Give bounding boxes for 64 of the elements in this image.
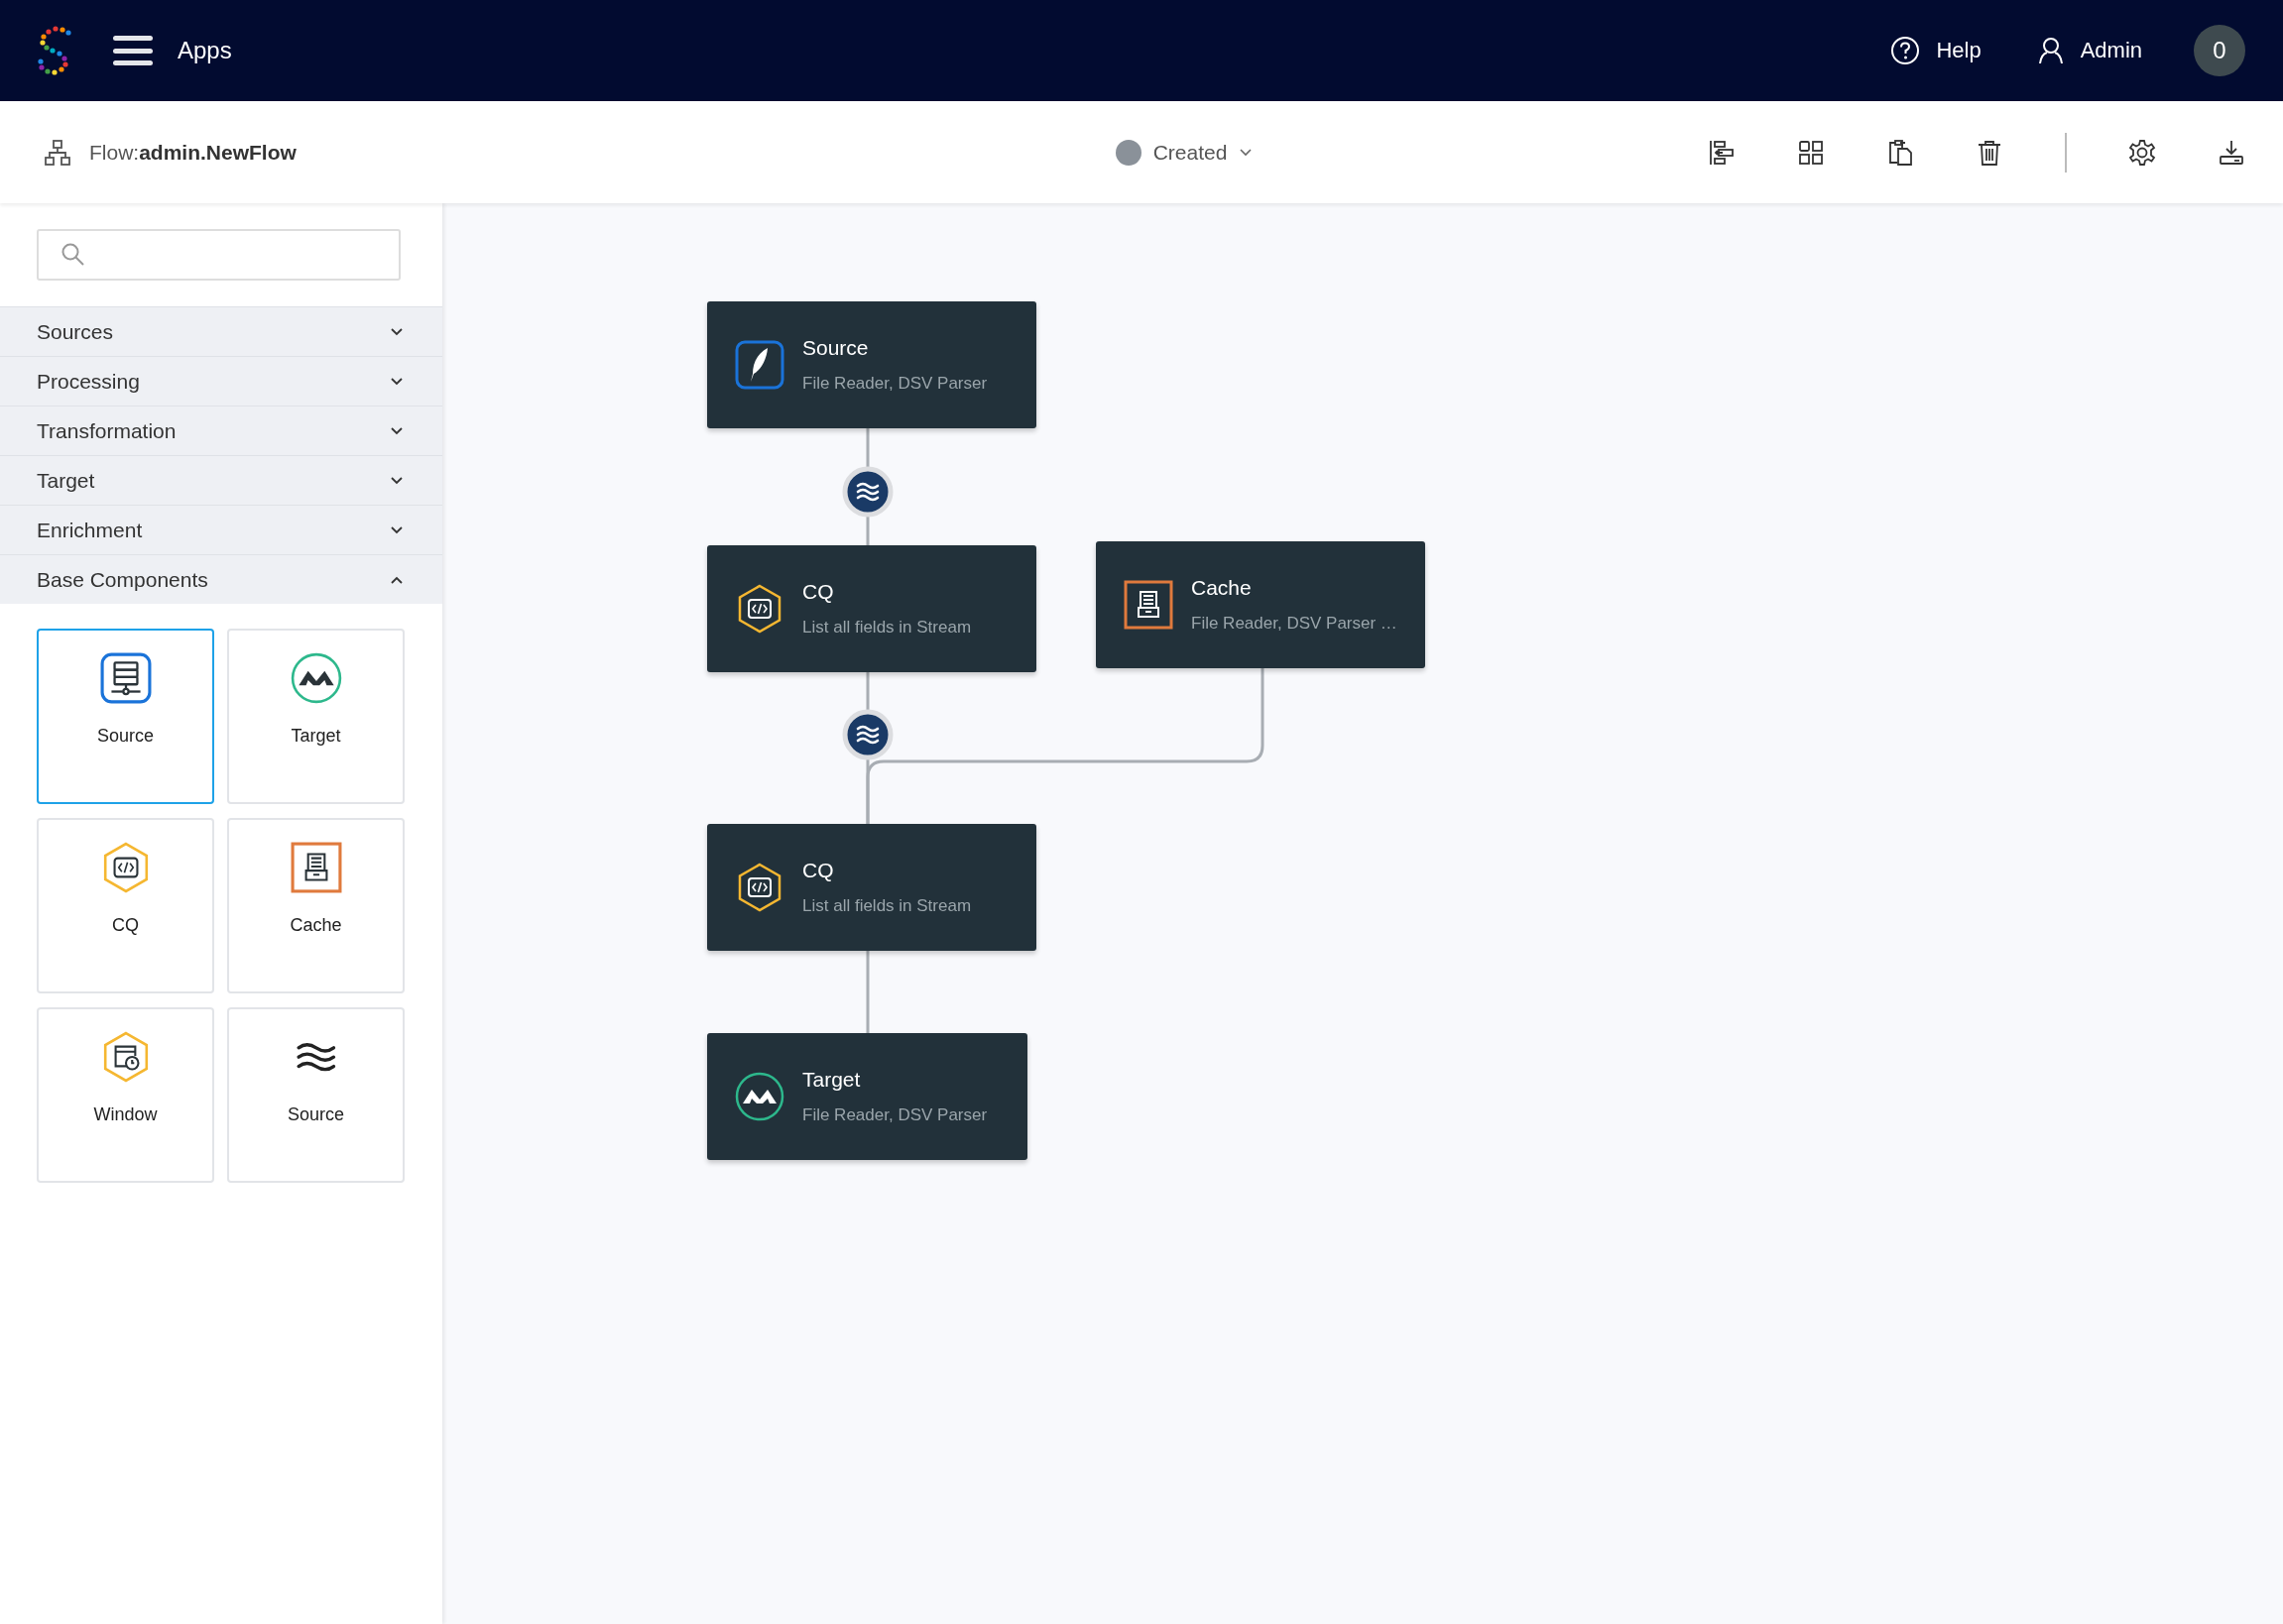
flow-node-card[interactable]: Source File Reader, DSV Parser bbox=[707, 301, 1036, 428]
chevron-down-icon bbox=[391, 327, 403, 336]
paste-icon[interactable] bbox=[1886, 138, 1914, 167]
dotted-s-logo-icon bbox=[36, 25, 73, 76]
node-title: Source bbox=[802, 336, 870, 360]
chevron-down-icon bbox=[391, 426, 403, 435]
node-subtitle: List all fields in Stream bbox=[802, 896, 972, 916]
flow-node-card[interactable]: Cache File Reader, DSV Parser … bbox=[1096, 541, 1425, 668]
chevron-down-icon bbox=[391, 476, 403, 485]
stream-waves-icon[interactable] bbox=[842, 709, 894, 760]
flow-node-card[interactable]: Target File Reader, DSV Parser bbox=[707, 1033, 1027, 1160]
category-header[interactable]: Sources bbox=[0, 306, 442, 356]
settings-icon[interactable] bbox=[2128, 138, 2156, 167]
user-name[interactable]: Admin bbox=[2080, 38, 2142, 63]
stream-waves-icon[interactable] bbox=[842, 466, 894, 518]
help-icon[interactable] bbox=[1890, 36, 1921, 65]
flow-node-card[interactable]: CQ List all fields in Stream bbox=[707, 545, 1036, 672]
status-dropdown[interactable]: Created bbox=[1115, 139, 1254, 166]
notification-count[interactable]: 0 bbox=[2194, 25, 2245, 76]
component-tile[interactable]: Target bbox=[227, 629, 405, 804]
menu-icon[interactable] bbox=[113, 36, 153, 65]
category-header[interactable]: Processing bbox=[0, 356, 442, 406]
flow-title: Flow:admin.NewFlow bbox=[89, 140, 297, 165]
peaks-icon bbox=[735, 1072, 784, 1121]
user-icon[interactable] bbox=[2036, 36, 2065, 65]
feather-icon bbox=[735, 340, 784, 390]
flow-node-card[interactable]: CQ List all fields in Stream bbox=[707, 824, 1036, 951]
node-subtitle: File Reader, DSV Parser bbox=[802, 374, 988, 394]
drawer-icon bbox=[1124, 580, 1173, 630]
component-tile[interactable]: Source bbox=[37, 629, 214, 804]
component-tile[interactable]: Source bbox=[227, 1007, 405, 1183]
category-header[interactable]: Transformation bbox=[0, 406, 442, 455]
apps-label[interactable]: Apps bbox=[178, 37, 232, 64]
chevron-down-icon bbox=[391, 525, 403, 534]
chevron-up-icon bbox=[391, 575, 403, 584]
caret-icon bbox=[1239, 147, 1254, 158]
chevron-down-icon bbox=[391, 377, 403, 386]
search-icon bbox=[60, 242, 86, 268]
component-tile[interactable]: Window bbox=[37, 1007, 214, 1183]
category-header[interactable]: Enrichment bbox=[0, 505, 442, 554]
node-title: CQ bbox=[802, 859, 835, 882]
download-icon[interactable] bbox=[2218, 138, 2245, 167]
search-field[interactable] bbox=[37, 229, 401, 281]
node-title: CQ bbox=[802, 580, 835, 604]
peaks-icon bbox=[290, 652, 342, 704]
trash-icon[interactable] bbox=[1976, 138, 2003, 167]
connector-line bbox=[866, 515, 870, 545]
server-icon bbox=[99, 652, 152, 704]
component-tile[interactable]: Cache bbox=[227, 818, 405, 993]
grid-icon[interactable] bbox=[1797, 138, 1825, 167]
flow-tree-icon bbox=[44, 138, 71, 167]
node-title: Cache bbox=[1191, 576, 1253, 600]
connector-line bbox=[866, 428, 870, 469]
node-subtitle: List all fields in Stream bbox=[802, 618, 972, 638]
node-subtitle: File Reader, DSV Parser bbox=[802, 1105, 988, 1125]
status-dot bbox=[1115, 139, 1142, 166]
help-link[interactable]: Help bbox=[1936, 38, 1982, 63]
drawer-icon bbox=[290, 842, 342, 893]
align-left-icon[interactable] bbox=[1708, 138, 1736, 167]
node-title: Target bbox=[802, 1068, 862, 1092]
category-header[interactable]: Target bbox=[0, 455, 442, 505]
category-header[interactable]: Base Components bbox=[0, 554, 442, 604]
component-tile[interactable]: CQ bbox=[37, 818, 214, 993]
node-subtitle: File Reader, DSV Parser … bbox=[1191, 614, 1397, 634]
